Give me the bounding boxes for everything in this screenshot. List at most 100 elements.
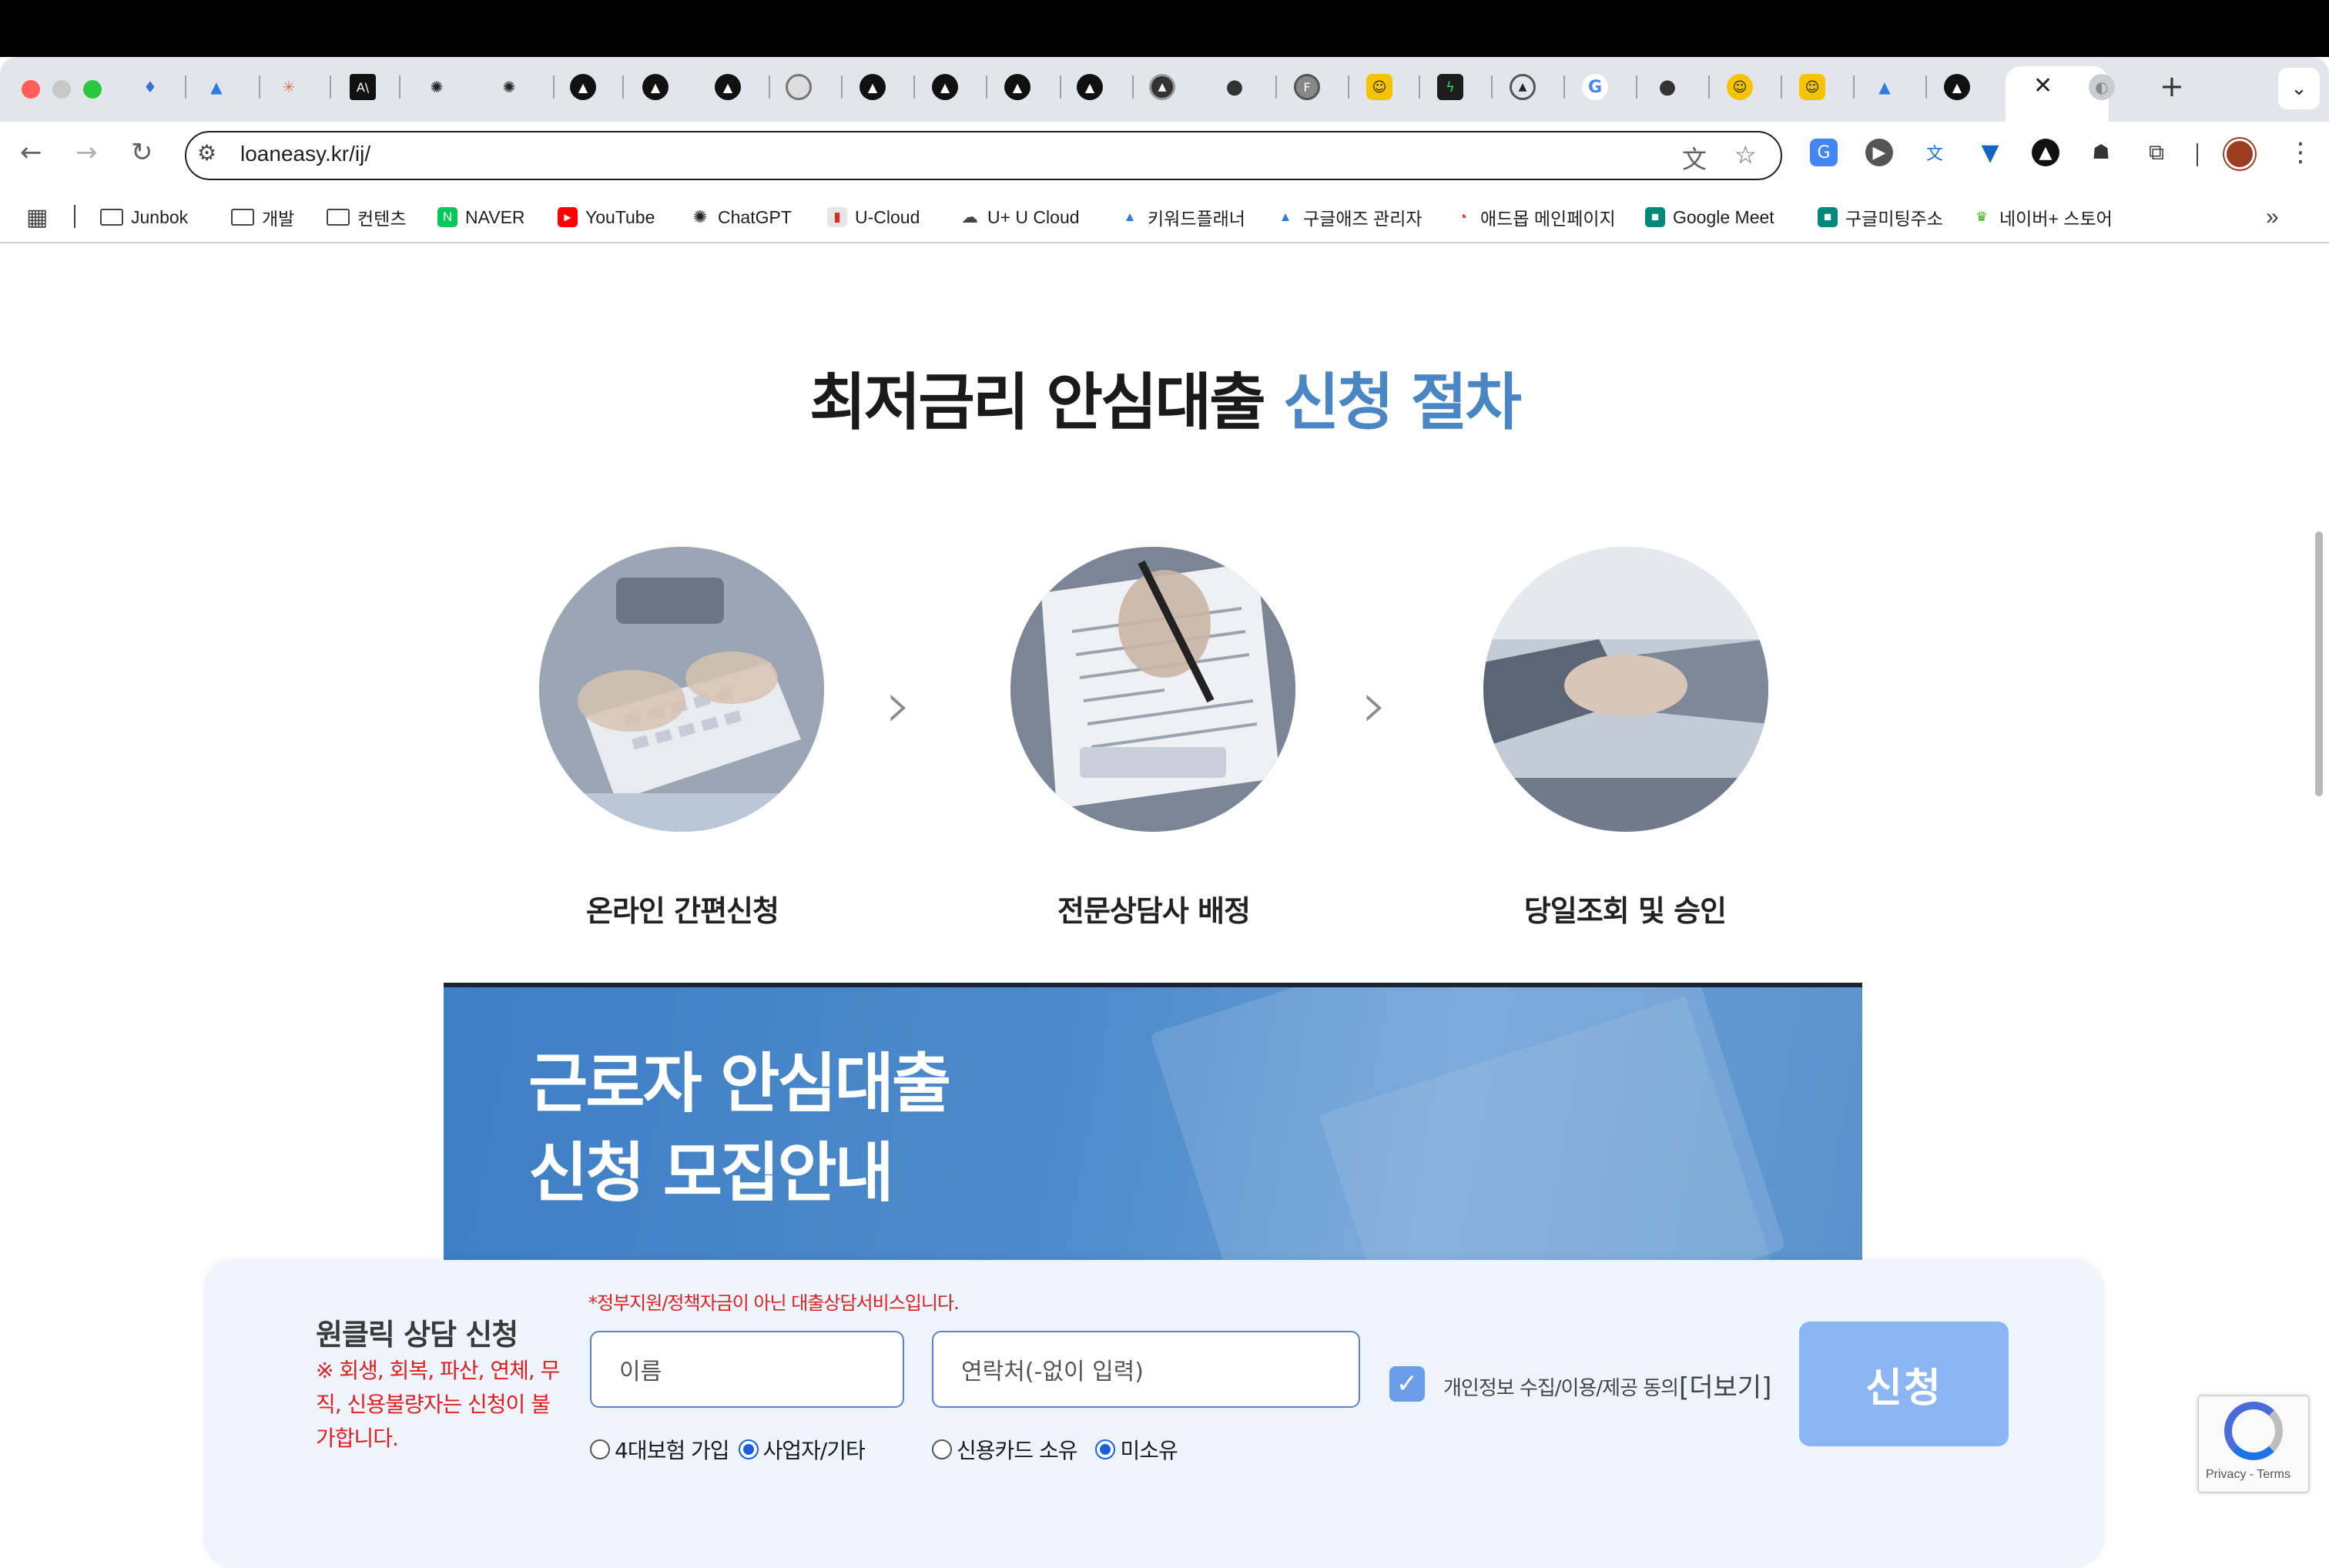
bookmark-folder-dev[interactable]: 개발	[231, 202, 294, 233]
tab-favicon-triangle-icon[interactable]: ▲	[860, 74, 886, 100]
radio-card-owned[interactable]	[932, 1439, 952, 1459]
tab-separator	[1060, 75, 1061, 99]
tab-separator	[913, 75, 915, 99]
extension-lang-icon[interactable]: 文	[1921, 139, 1949, 166]
recaptcha-icon	[2224, 1402, 2283, 1460]
site-info-icon[interactable]: ⚙	[197, 140, 216, 166]
bookmark-youtube[interactable]: ▶ YouTube	[558, 202, 655, 233]
tab-separator	[1132, 75, 1134, 99]
tab-favicon-triangle-icon[interactable]: ▲	[1149, 74, 1175, 100]
tab-favicon-bolt-icon[interactable]: ϟ	[1437, 74, 1463, 100]
tab-favicon-google-icon[interactable]: G	[1582, 74, 1608, 100]
handshake-illustration	[1483, 547, 1768, 832]
google-meet-icon: ■	[1645, 207, 1665, 227]
bookmark-star-icon[interactable]: ☆	[1734, 140, 1757, 169]
menu-bar	[0, 0, 2329, 57]
reload-icon[interactable]: ↻	[131, 137, 153, 168]
page-scrollbar[interactable]	[2315, 531, 2323, 796]
page-title-accent: 신청 절차	[1282, 367, 1522, 438]
tab-favicon-f-icon[interactable]: F	[1294, 74, 1320, 100]
form-title: 원클릭 상담 신청	[316, 1318, 518, 1352]
agree-more-link[interactable]: [더보기]	[1679, 1366, 1771, 1404]
bookmark-u-cloud[interactable]: ▮ U-Cloud	[827, 202, 920, 233]
tab-favicon-github-icon[interactable]: ●	[1654, 74, 1681, 100]
tab-favicon-triangle-icon[interactable]: ▲	[932, 74, 958, 100]
bookmark-chatgpt[interactable]: ✺ ChatGPT	[690, 202, 792, 233]
tab-favicon-claude-icon[interactable]: ✳	[276, 74, 302, 100]
more-bookmarks-icon[interactable]: »	[2266, 202, 2279, 233]
tab-favicon-chatgpt-icon[interactable]: ✺	[424, 74, 450, 100]
tab-favicon-triangle-icon[interactable]: ▲	[1004, 74, 1030, 100]
bookmark-naver-store[interactable]: ♛ 네이버+ 스토어	[1972, 202, 2113, 233]
tab-favicon-chatgpt-icon[interactable]: ✺	[496, 74, 522, 100]
bookmark-meet-address[interactable]: ■ 구글미팅주소	[1818, 202, 1943, 233]
extension-translate-icon[interactable]: G	[1810, 139, 1838, 166]
name-input[interactable]: 이름	[590, 1331, 904, 1408]
tab-favicon-triangle-icon[interactable]: ▲	[642, 74, 669, 100]
radio-insurance[interactable]	[590, 1439, 610, 1459]
profile-avatar[interactable]	[2224, 139, 2255, 169]
tab-favicon-triangle-icon[interactable]: ▲	[1510, 74, 1536, 100]
naver-icon: N	[437, 207, 457, 227]
extensions-puzzle-icon[interactable]: ⧉	[2143, 139, 2170, 166]
tab-favicon-anthropic-icon[interactable]: A\	[350, 74, 376, 100]
radio-business[interactable]	[738, 1439, 759, 1459]
folder-icon	[327, 209, 350, 226]
phone-input[interactable]: 연락처(-없이 입력)	[932, 1331, 1360, 1408]
bookmark-naver[interactable]: N NAVER	[437, 202, 525, 233]
close-window-button[interactable]	[22, 80, 40, 99]
tab-separator	[1419, 75, 1420, 99]
tab-favicon-globe-icon[interactable]: ◐	[2089, 74, 2115, 100]
tab-favicon-triangle-icon[interactable]: ▲	[1944, 74, 1970, 100]
apps-grid-icon[interactable]: ▦	[26, 202, 48, 233]
tab-favicon-triangle-icon[interactable]: ▲	[715, 74, 741, 100]
bookmark-folder-junbok[interactable]: Junbok	[100, 202, 188, 233]
bookmark-google-ads-manager[interactable]: ▲ 구글애즈 관리자	[1275, 202, 1423, 233]
tab-favicon-github-icon[interactable]: ●	[1221, 74, 1248, 100]
address-bar[interactable]	[185, 131, 1782, 180]
url-text[interactable]: loaneasy.kr/ij/	[240, 142, 370, 166]
submit-button[interactable]: 신청	[1799, 1322, 2009, 1446]
radio-card-none[interactable]	[1095, 1439, 1116, 1459]
radio-business-label: 사업자/기타	[762, 1438, 866, 1463]
new-tab-icon[interactable]: +	[2160, 69, 2184, 103]
tab-favicon-loading-icon[interactable]	[786, 74, 812, 100]
recaptcha-footer[interactable]: Privacy - Terms	[2206, 1468, 2290, 1482]
bookmark-admob[interactable]: ◔ 애드몹 메인페이지	[1453, 202, 1616, 233]
bookmark-keyword-planner[interactable]: ▲ 키워드플래너	[1120, 202, 1245, 233]
extension-robot-icon[interactable]: ☗	[2087, 139, 2115, 166]
forward-arrow-icon[interactable]: →	[75, 137, 98, 168]
step-label-consultant: 전문상담사 배정	[1057, 894, 1251, 928]
extension-triangle-icon[interactable]: ▲	[2032, 139, 2059, 166]
back-arrow-icon[interactable]: ←	[20, 137, 42, 168]
chatgpt-icon: ✺	[690, 207, 710, 227]
tab-separator	[622, 75, 624, 99]
zoom-window-button[interactable]	[83, 80, 102, 99]
close-tab-icon[interactable]: ✕	[2033, 72, 2053, 99]
tab-separator	[330, 75, 331, 99]
extension-vue-icon[interactable]: ▼	[1976, 139, 2004, 166]
tab-separator	[769, 75, 770, 99]
tab-separator	[399, 75, 400, 99]
google-meet-icon: ■	[1818, 207, 1838, 227]
tab-favicon-triangle-icon[interactable]: ▲	[570, 74, 596, 100]
tab-favicon-triangle-icon[interactable]: ▲	[1077, 74, 1103, 100]
tab-favicon-smiley-icon[interactable]: ☺	[1727, 74, 1753, 100]
tab-favicon-google-ads-icon[interactable]: ▲	[1872, 74, 1898, 100]
tab-separator	[1491, 75, 1493, 99]
tab-favicon-google-ads-icon[interactable]: ▲	[203, 74, 230, 100]
tab-favicon-diamond-icon[interactable]: ♦	[137, 74, 163, 100]
tab-search-chevron-icon[interactable]: ⌄	[2278, 68, 2320, 109]
tab-separator	[841, 75, 843, 99]
more-menu-icon[interactable]: ⋮	[2287, 137, 2314, 168]
tab-favicon-smiley-icon[interactable]: ☺	[1799, 74, 1825, 100]
tab-separator	[1636, 75, 1637, 99]
bookmark-folder-contents[interactable]: 컨텐츠	[327, 202, 406, 233]
extension-video-icon[interactable]: ▶	[1865, 139, 1893, 166]
bookmark-google-meet[interactable]: ■ Google Meet	[1645, 202, 1774, 233]
tab-favicon-smiley-icon[interactable]: ☺	[1366, 74, 1392, 100]
minimize-window-button[interactable]	[52, 80, 71, 99]
bookmark-uplus-cloud[interactable]: ☁ U+ U Cloud	[960, 202, 1080, 233]
agree-checkbox[interactable]: ✓	[1389, 1366, 1425, 1402]
translate-icon[interactable]: 文	[1682, 140, 1707, 176]
